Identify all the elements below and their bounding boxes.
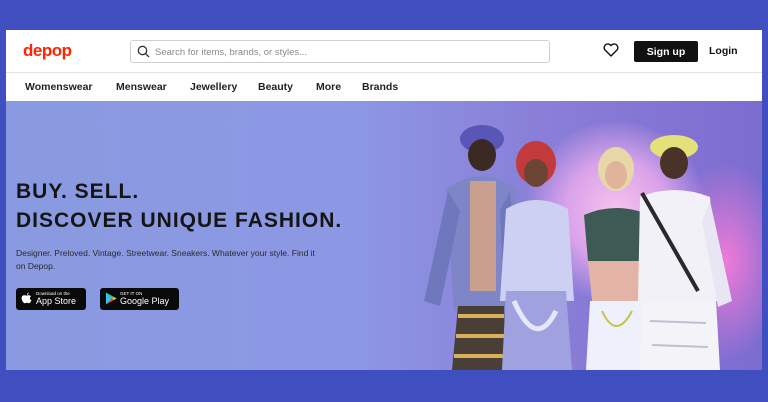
nav-item-brands[interactable]: Brands — [362, 81, 398, 93]
search-input[interactable] — [153, 43, 537, 62]
browser-page: depop Sign up Login Womenswear Menswear … — [6, 30, 762, 370]
category-nav: Womenswear Menswear Jewellery Beauty Mor… — [6, 73, 762, 101]
search-bar[interactable] — [130, 40, 550, 63]
model-4 — [638, 135, 732, 370]
app-store-big-text: App Store — [36, 296, 77, 306]
model-2 — [500, 141, 574, 370]
hero-models-photo — [424, 125, 732, 370]
hero-subtext: Designer. Preloved. Vintage. Streetwear.… — [16, 248, 315, 271]
app-store-badge[interactable]: Download on the App Store — [16, 288, 86, 310]
nav-item-womenswear[interactable]: Womenswear — [25, 81, 93, 93]
nav-item-more[interactable]: More — [316, 81, 341, 93]
sign-up-button[interactable]: Sign up — [634, 41, 698, 62]
hero-headline-line-2: DISCOVER UNIQUE FASHION. — [16, 209, 343, 232]
nav-item-jewellery[interactable]: Jewellery — [190, 81, 237, 93]
google-play-big-text: Google Play — [120, 296, 170, 306]
nav-item-menswear[interactable]: Menswear — [116, 81, 167, 93]
heart-icon[interactable] — [603, 43, 619, 57]
login-link[interactable]: Login — [709, 45, 738, 57]
google-play-icon — [106, 292, 117, 305]
top-bar: depop Sign up Login — [6, 30, 762, 72]
hero-banner: BUY. SELL. DISCOVER UNIQUE FASHION. Desi… — [6, 101, 762, 370]
depop-logo[interactable]: depop — [23, 41, 72, 61]
nav-item-beauty[interactable]: Beauty — [258, 81, 293, 93]
apple-icon — [21, 292, 32, 304]
hero-headline-line-1: BUY. SELL. — [16, 180, 140, 203]
google-play-badge[interactable]: GET IT ON Google Play — [100, 288, 179, 310]
search-icon — [137, 45, 150, 58]
